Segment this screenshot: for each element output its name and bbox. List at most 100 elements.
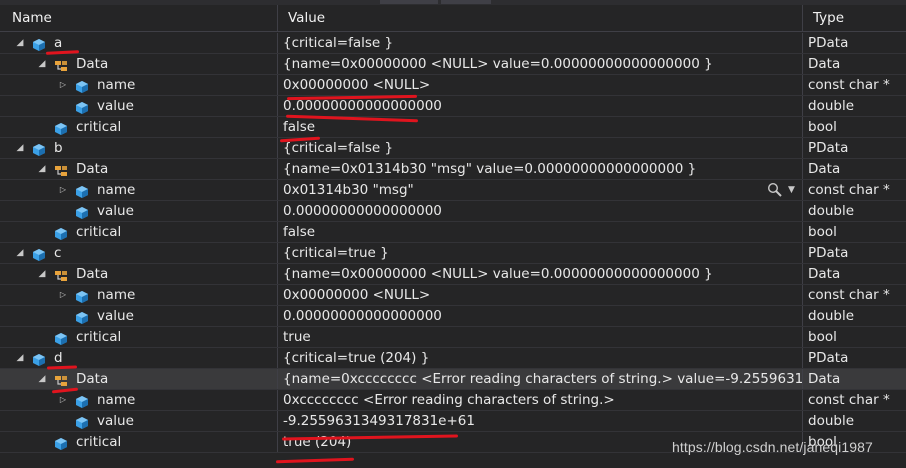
- magnifier-icon[interactable]: [767, 182, 783, 198]
- collapse-arrow-icon[interactable]: ◢: [14, 33, 26, 53]
- row-type-cell: double: [802, 411, 906, 431]
- row-value-cell[interactable]: {name=0x00000000 <NULL> value=0.00000000…: [277, 54, 802, 74]
- row-value-cell[interactable]: {name=0x00000000 <NULL> value=0.00000000…: [277, 264, 802, 284]
- row-name-cell: value: [0, 201, 277, 221]
- row-name-label: name: [97, 182, 136, 198]
- row-value-cell[interactable]: 0.00000000000000000: [277, 201, 802, 221]
- row-name-label: critical: [76, 329, 122, 345]
- column-header-name[interactable]: Name: [0, 5, 277, 31]
- watch-row[interactable]: value -9.2559631349317831e+61 double: [0, 411, 906, 432]
- row-name-label: Data: [76, 371, 109, 387]
- watch-row[interactable]: critical false bool: [0, 117, 906, 138]
- row-type-cell: const char *: [802, 285, 906, 305]
- row-type-cell: const char *: [802, 180, 906, 200]
- watch-rows: ◢ a {critical=false } PData ◢ Data {name=0x000…: [0, 33, 906, 453]
- row-value-cell[interactable]: 0.00000000000000000: [277, 306, 802, 326]
- watch-row[interactable]: critical true bool: [0, 327, 906, 348]
- watch-row[interactable]: ◢ Data {name=0x01314b30 "msg" value=0.0000…: [0, 159, 906, 180]
- row-name-label: critical: [76, 119, 122, 135]
- row-name-cell: ◢ d: [0, 348, 277, 368]
- row-value-cell[interactable]: 0xcccccccc <Error reading characters of …: [277, 390, 802, 410]
- row-value-cell[interactable]: {name=0xcccccccc <Error reading characte…: [277, 369, 802, 389]
- expand-arrow-icon[interactable]: ▷: [57, 180, 69, 200]
- row-type-cell: bool: [802, 117, 906, 137]
- row-name-label: b: [54, 140, 63, 156]
- watch-row[interactable]: ◢ a {critical=false } PData: [0, 33, 906, 54]
- watch-row[interactable]: value 0.00000000000000000 double: [0, 201, 906, 222]
- field-icon: [75, 205, 88, 219]
- row-name-label: value: [97, 203, 134, 219]
- collapse-arrow-icon[interactable]: ◢: [14, 138, 26, 158]
- watch-row[interactable]: ◢ c {critical=true } PData: [0, 243, 906, 264]
- row-value-cell[interactable]: {critical=false }: [277, 33, 802, 53]
- watch-row[interactable]: value 0.00000000000000000 double: [0, 306, 906, 327]
- row-value-cell[interactable]: {name=0x01314b30 "msg" value=0.000000000…: [277, 159, 802, 179]
- collapse-arrow-icon[interactable]: ◢: [36, 159, 48, 179]
- field-icon: [75, 79, 88, 93]
- field-icon: [75, 394, 88, 408]
- watch-row[interactable]: ◢ b {critical=false } PData: [0, 138, 906, 159]
- collapse-arrow-icon[interactable]: ◢: [14, 243, 26, 263]
- chevron-down-icon[interactable]: ▼: [788, 180, 795, 200]
- row-value-cell[interactable]: 0.00000000000000000: [277, 96, 802, 116]
- field-icon: [75, 415, 88, 429]
- row-name-label: name: [97, 77, 136, 93]
- collapse-arrow-icon[interactable]: ◢: [36, 264, 48, 284]
- expand-arrow-icon[interactable]: ▷: [57, 75, 69, 95]
- watch-row[interactable]: ◢ Data {name=0x00000000 <NULL> value=0.000…: [0, 54, 906, 75]
- row-name-cell: critical: [0, 432, 277, 452]
- watch-row[interactable]: ◢ d {critical=true (204) } PData: [0, 348, 906, 369]
- row-type-cell: double: [802, 201, 906, 221]
- collapse-arrow-icon[interactable]: ◢: [14, 348, 26, 368]
- row-name-label: value: [97, 308, 134, 324]
- row-value-cell[interactable]: {critical=true (204) }: [277, 348, 802, 368]
- row-name-cell: ▷ name: [0, 180, 277, 200]
- collapse-arrow-icon[interactable]: ◢: [36, 54, 48, 74]
- base-class-icon: [54, 268, 67, 281]
- row-value-cell[interactable]: {critical=true }: [277, 243, 802, 263]
- expand-arrow-icon[interactable]: ▷: [57, 390, 69, 410]
- tab-indicator[interactable]: [380, 0, 438, 4]
- watch-row[interactable]: ▷ name 0x01314b30 "msg" ▼ const char *: [0, 180, 906, 201]
- watch-row[interactable]: value 0.00000000000000000 double: [0, 96, 906, 117]
- row-name-cell: ▷ name: [0, 285, 277, 305]
- field-icon: [75, 289, 88, 303]
- field-icon: [54, 436, 67, 450]
- watch-row[interactable]: critical false bool: [0, 222, 906, 243]
- column-header-value[interactable]: Value: [277, 5, 802, 31]
- row-type-cell: PData: [802, 243, 906, 263]
- row-type-cell: double: [802, 96, 906, 116]
- row-name-cell: ◢ Data: [0, 54, 277, 74]
- column-header-type[interactable]: Type: [802, 5, 906, 31]
- row-value-cell[interactable]: {critical=false }: [277, 138, 802, 158]
- watch-row[interactable]: ▷ name 0xcccccccc <Error reading character…: [0, 390, 906, 411]
- row-value-cell[interactable]: true: [277, 327, 802, 347]
- row-value-cell[interactable]: 0x00000000 <NULL>: [277, 75, 802, 95]
- row-value-cell[interactable]: 0x01314b30 "msg": [277, 180, 802, 200]
- row-name-cell: ▷ name: [0, 75, 277, 95]
- watch-row[interactable]: ◢ Data {name=0xcccccccc <Error reading cha…: [0, 369, 906, 390]
- row-name-cell: critical: [0, 327, 277, 347]
- watch-row[interactable]: ▷ name 0x00000000 <NULL> const char *: [0, 75, 906, 96]
- row-type-cell: Data: [802, 369, 906, 389]
- row-value-cell[interactable]: false: [277, 222, 802, 242]
- row-name-label: name: [97, 287, 136, 303]
- field-icon: [75, 310, 88, 324]
- row-name-cell: ◢ Data: [0, 264, 277, 284]
- row-value-cell[interactable]: -9.2559631349317831e+61: [277, 411, 802, 431]
- row-type-cell: double: [802, 306, 906, 326]
- collapse-arrow-icon[interactable]: ◢: [36, 369, 48, 389]
- field-icon: [75, 100, 88, 114]
- object-icon: [32, 247, 45, 261]
- row-name-label: a: [54, 35, 63, 51]
- row-type-cell: Data: [802, 264, 906, 284]
- base-class-icon: [54, 58, 67, 71]
- tab-indicator[interactable]: [441, 0, 491, 4]
- row-name-cell: ◢ Data: [0, 159, 277, 179]
- expand-arrow-icon[interactable]: ▷: [57, 285, 69, 305]
- row-name-cell: ▷ name: [0, 390, 277, 410]
- row-value-cell[interactable]: 0x00000000 <NULL>: [277, 285, 802, 305]
- row-type-cell: Data: [802, 159, 906, 179]
- watch-row[interactable]: ▷ name 0x00000000 <NULL> const char *: [0, 285, 906, 306]
- watch-row[interactable]: ◢ Data {name=0x00000000 <NULL> value=0.000…: [0, 264, 906, 285]
